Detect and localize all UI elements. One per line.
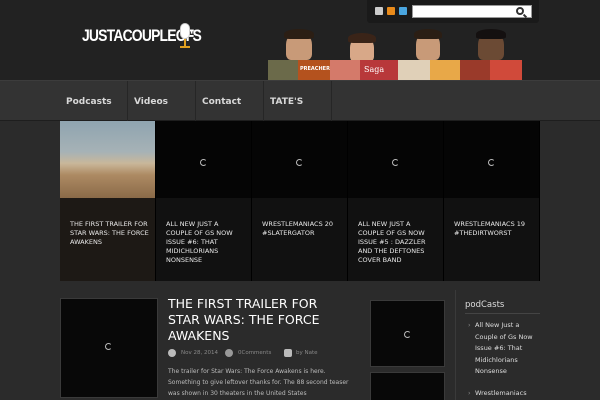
loading-spinner-icon [200,159,207,166]
rss-icon[interactable] [387,7,395,15]
logo-text: JUSTACOUPLEOF [82,26,194,45]
post-author[interactable]: by Nate [296,350,318,356]
comic-book [460,60,490,80]
post-excerpt: The trailer for Star Wars: The Force Awa… [168,368,349,397]
host-portrait [414,29,442,60]
user-icon [284,349,292,357]
slide[interactable]: ALL NEW JUST A COUPLE OF GS NOW ISSUE #6… [156,121,251,281]
post-thumbnail[interactable] [60,298,158,398]
nav-label: TATE'S [270,97,304,107]
host-portrait [284,29,314,60]
header-banner-image: PREACHER Saga [268,26,530,80]
related-thumbnail[interactable] [370,372,445,400]
top-utility-bar [367,0,539,24]
nav-item-contact[interactable]: Contact [196,81,264,122]
slide-caption: WRESTLEMANIACS 19 #THEDIRTWORST [444,198,539,281]
slide[interactable]: WRESTLEMANIACS 20 #SLATERGATOR [252,121,347,281]
comic-book [398,60,430,80]
loading-spinner-icon [404,331,411,338]
post-meta: Nov 28, 2014 0Comments by Nate [168,348,348,360]
slide-caption: ALL NEW JUST A COUPLE OF GS NOW ISSUE #6… [156,198,251,281]
slide-caption: THE FIRST TRAILER FOR STAR WARS: THE FOR… [60,198,155,281]
clock-icon [168,349,176,357]
search-icon[interactable] [516,7,524,15]
comic-book-preacher: PREACHER [298,60,330,80]
nav-item-podcasts[interactable]: Podcasts [60,81,128,122]
slide[interactable]: WRESTLEMANIACS 19 #THEDIRTWORST [444,121,540,281]
related-thumbnail[interactable] [370,300,445,367]
slide-thumbnail [60,121,155,198]
nav-item-tates[interactable]: TATE'S [264,81,332,122]
host-portrait [348,33,376,62]
nav-label: Contact [202,97,242,107]
slide-thumbnail [156,121,251,198]
comic-book [430,60,460,80]
slide-caption: ALL NEW JUST A COUPLE OF GS NOW ISSUE #5… [348,198,443,281]
search-box [412,5,532,24]
site-header: JUSTACOUPLEOF 'S PREACHER Saga [0,0,600,80]
post-date: Nov 28, 2014 [181,350,218,356]
main-nav: Podcasts Videos Contact TATE'S [0,80,600,122]
twitter-icon[interactable] [399,7,407,15]
comic-book [490,60,522,80]
sidebar-divider [455,290,456,400]
email-icon[interactable] [375,7,383,15]
host-portrait [476,29,506,60]
slide-thumbnail [252,121,347,198]
comic-book [268,60,298,80]
comic-book [330,60,360,80]
sidebar-link[interactable]: All New Just a Couple of Gs Now Issue #6… [468,320,540,378]
loading-spinner-icon [296,159,303,166]
sidebar-title: podCasts [465,300,505,310]
nav-label: Videos [134,97,168,107]
slide-thumbnail [348,121,443,198]
slide[interactable]: ALL NEW JUST A COUPLE OF GS NOW ISSUE #5… [348,121,443,281]
comic-book-saga: Saga [360,60,398,80]
sidebar-rule [465,313,540,314]
nav-label: Podcasts [66,97,112,107]
search-input[interactable] [413,13,513,24]
sidebar-link[interactable]: Wrestlemaniacs [468,388,540,400]
loading-spinner-icon [105,343,112,350]
nav-item-videos[interactable]: Videos [128,81,196,122]
site-logo[interactable]: JUSTACOUPLEOF 'S [82,23,218,49]
logo-suffix: 'S [190,26,202,45]
slide-thumbnail [444,121,539,198]
loading-spinner-icon [392,159,399,166]
featured-slider: THE FIRST TRAILER FOR STAR WARS: THE FOR… [60,121,540,281]
slide-caption: WRESTLEMANIACS 20 #SLATERGATOR [252,198,347,281]
loading-spinner-icon [488,159,495,166]
comment-icon [225,349,233,357]
slide[interactable]: THE FIRST TRAILER FOR STAR WARS: THE FOR… [60,121,155,281]
post-comments[interactable]: 0Comments [238,350,271,356]
post-title[interactable]: THE FIRST TRAILER FOR STAR WARS: THE FOR… [168,296,348,344]
